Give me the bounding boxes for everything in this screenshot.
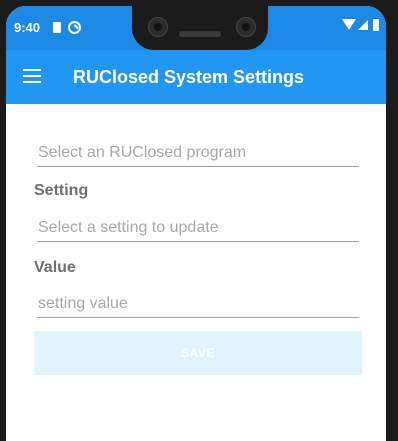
phone-screen: 9:40 RUClosed System Settings Setting (6, 6, 386, 441)
front-camera-icon (148, 17, 168, 37)
front-camera-icon (236, 17, 256, 37)
wifi-icon (342, 19, 356, 30)
camera-notch (132, 6, 268, 50)
earpiece-speaker (179, 31, 221, 37)
battery-icon (373, 19, 379, 31)
status-time: 9:40 (14, 20, 41, 35)
page-title: RUClosed System Settings (73, 67, 305, 87)
setting-label: Setting (34, 182, 89, 199)
setting-value-input[interactable] (37, 291, 359, 318)
app-bar: RUClosed System Settings (6, 50, 386, 104)
value-label: Value (34, 259, 76, 276)
sync-icon (68, 21, 81, 34)
cell-signal-icon (358, 20, 368, 30)
sim-card-icon (53, 22, 61, 33)
setting-select-input[interactable] (37, 215, 359, 242)
phone-bezel-right (386, 0, 398, 441)
program-select-input[interactable] (37, 140, 359, 167)
save-button[interactable]: SAVE (34, 331, 362, 375)
settings-form: Setting Value SAVE (6, 104, 386, 441)
phone-frame: 9:40 RUClosed System Settings Setting (0, 0, 398, 441)
hamburger-menu-icon[interactable] (23, 69, 41, 83)
